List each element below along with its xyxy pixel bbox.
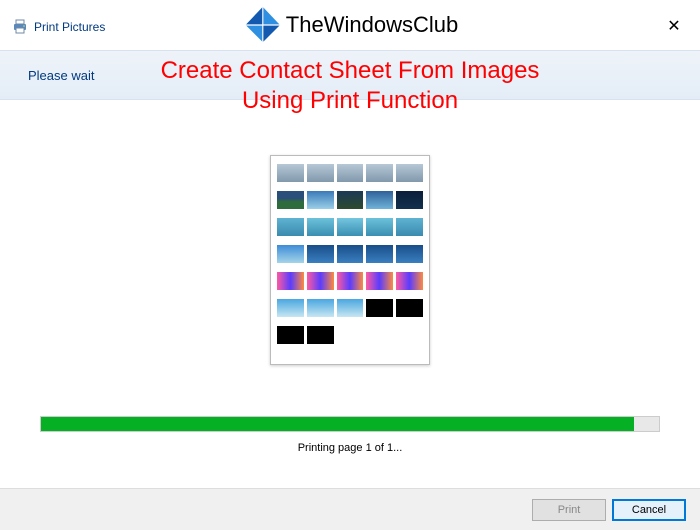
thumbnail bbox=[366, 164, 393, 182]
thumbnail bbox=[366, 299, 393, 317]
thumbnail bbox=[307, 245, 334, 263]
progress-status-text: Printing page 1 of 1... bbox=[40, 442, 660, 454]
thumbnail bbox=[307, 272, 334, 290]
close-icon: ✕ bbox=[667, 18, 680, 35]
preview-area bbox=[0, 120, 700, 400]
thumbnail bbox=[277, 245, 304, 263]
thumbnail bbox=[307, 326, 334, 344]
thumbnail bbox=[307, 299, 334, 317]
thumbnail bbox=[396, 191, 423, 209]
thumbnail bbox=[337, 218, 364, 236]
thumbnail bbox=[337, 326, 364, 344]
site-name: TheWindowsClub bbox=[286, 12, 458, 38]
printer-icon bbox=[12, 19, 28, 35]
thumbnail bbox=[396, 299, 423, 317]
thumbnail bbox=[366, 191, 393, 209]
dialog-footer: Print Cancel bbox=[0, 488, 700, 530]
headline-line-2: Using Print Function bbox=[161, 86, 540, 116]
thumbnail bbox=[366, 272, 393, 290]
thumbnail bbox=[337, 299, 364, 317]
title-left: Print Pictures bbox=[12, 19, 105, 35]
thumbnail bbox=[337, 164, 364, 182]
headline-overlay: Create Contact Sheet From Images Using P… bbox=[161, 56, 540, 116]
contact-sheet-preview bbox=[270, 155, 430, 365]
thumbnail bbox=[277, 164, 304, 182]
thumbnail bbox=[277, 326, 304, 344]
thumbnail bbox=[307, 164, 334, 182]
thumbnail bbox=[277, 299, 304, 317]
thumbnail bbox=[366, 245, 393, 263]
thumbnail bbox=[396, 245, 423, 263]
site-logo-overlay: TheWindowsClub bbox=[242, 4, 458, 46]
thumbnail bbox=[366, 326, 393, 344]
please-wait-text: Please wait bbox=[28, 68, 94, 83]
thumbnail bbox=[307, 218, 334, 236]
window-title: Print Pictures bbox=[34, 20, 105, 34]
thumbnail bbox=[277, 272, 304, 290]
progress-fill bbox=[41, 417, 634, 431]
progress-bar bbox=[40, 416, 660, 432]
thumbnail bbox=[396, 218, 423, 236]
close-button[interactable]: ✕ bbox=[660, 13, 688, 41]
thumbnail bbox=[337, 245, 364, 263]
thumbnail bbox=[277, 191, 304, 209]
thumbnail bbox=[337, 272, 364, 290]
thumbnail bbox=[337, 191, 364, 209]
progress-zone: Printing page 1 of 1... bbox=[0, 400, 700, 462]
thumbnail bbox=[396, 164, 423, 182]
thumbnail bbox=[307, 191, 334, 209]
thumbnail bbox=[396, 272, 423, 290]
print-button[interactable]: Print bbox=[532, 499, 606, 521]
windowsclub-logo-icon bbox=[242, 4, 284, 46]
thumbnail bbox=[396, 326, 423, 344]
thumbnail bbox=[277, 218, 304, 236]
cancel-button[interactable]: Cancel bbox=[612, 499, 686, 521]
headline-line-1: Create Contact Sheet From Images bbox=[161, 56, 540, 86]
thumbnail bbox=[366, 218, 393, 236]
